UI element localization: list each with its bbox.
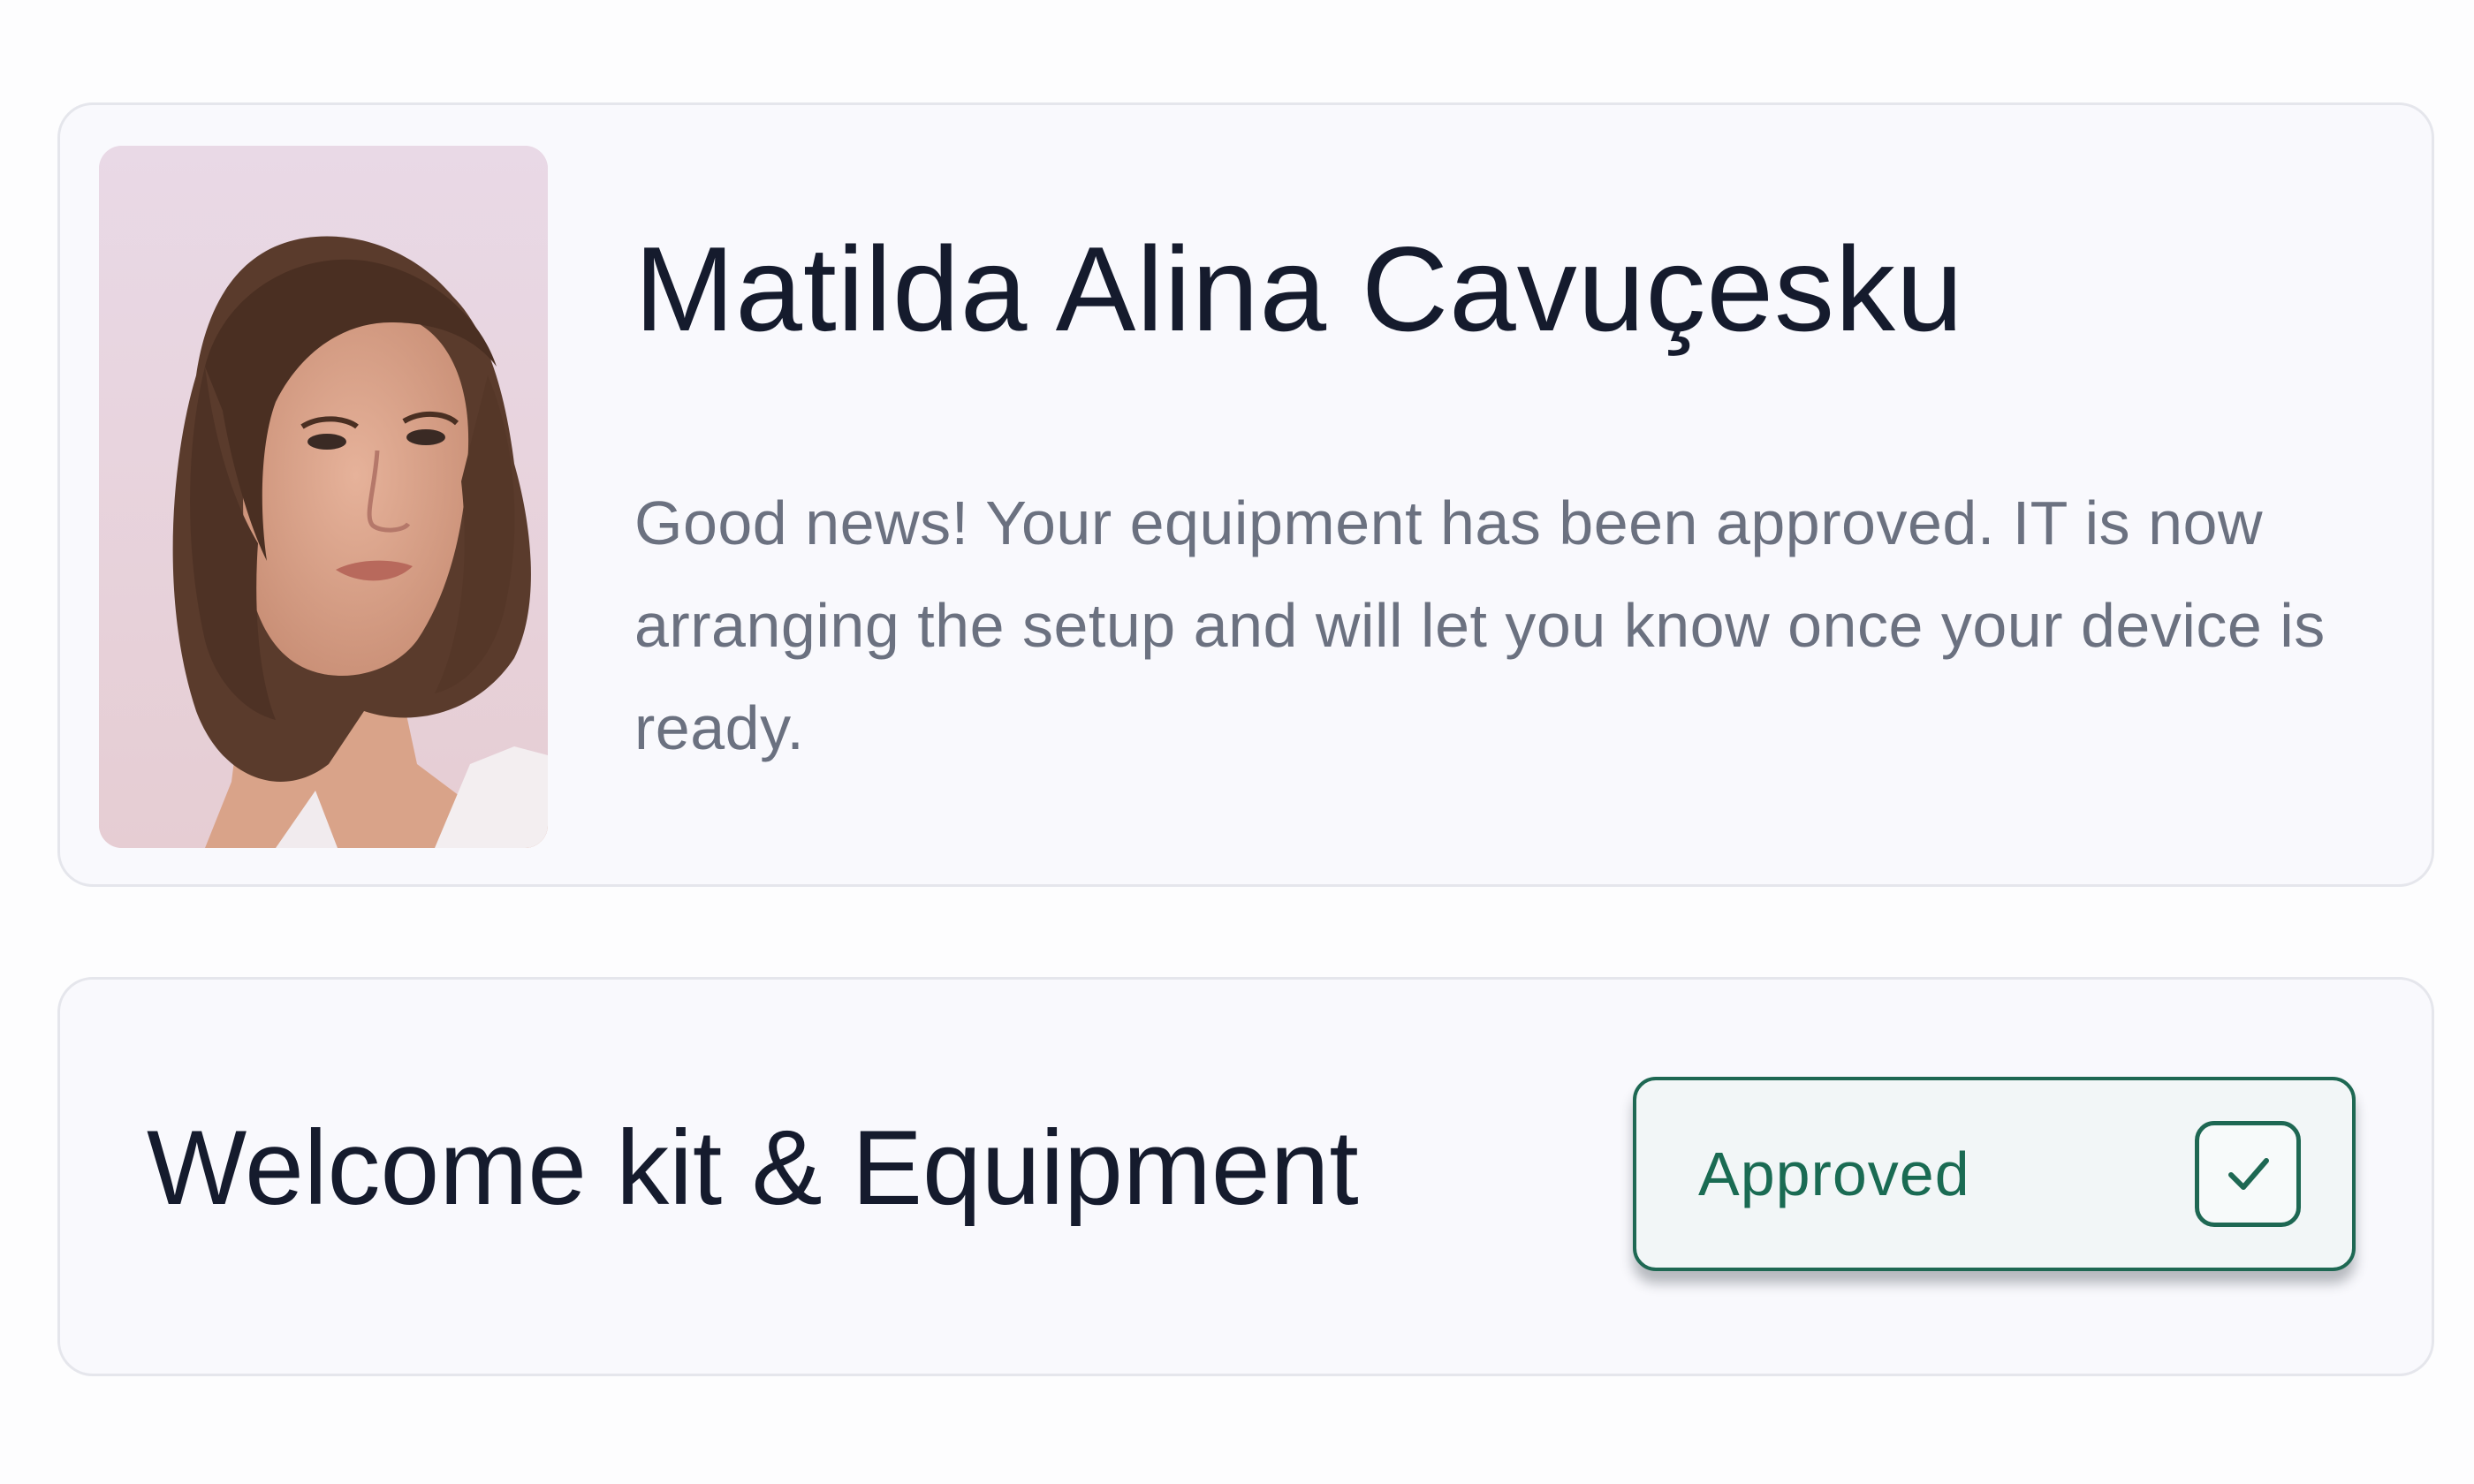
avatar-portrait-icon [99, 146, 548, 848]
avatar [99, 146, 548, 848]
status-message: Good news! Your equipment has been appro… [634, 488, 2326, 762]
approved-status-button[interactable]: Approved [1633, 1077, 2356, 1271]
task-card: Welcome kit & Equipment Approved [57, 977, 2434, 1376]
status-label: Approved [1698, 1140, 1970, 1208]
check-icon [2195, 1121, 2301, 1227]
task-title: Welcome kit & Equipment [147, 1109, 1359, 1227]
profile-card: Matilda Alina Cavuçesku Good news! Your … [57, 102, 2434, 887]
person-name: Matilda Alina Cavuçesku [634, 222, 1964, 356]
